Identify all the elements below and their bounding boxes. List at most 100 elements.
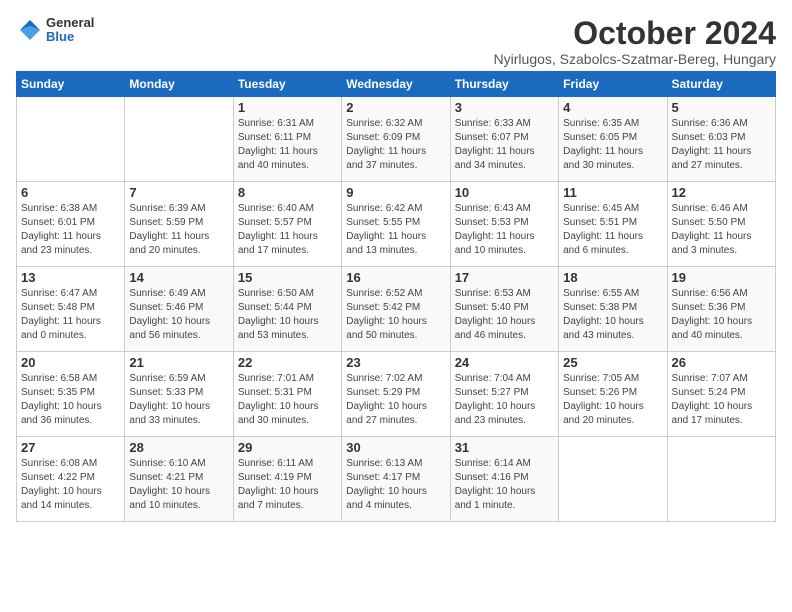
calendar-cell: 29 Sunrise: 6:11 AM Sunset: 4:19 PM Dayli…	[233, 437, 341, 522]
calendar-week-2: 6 Sunrise: 6:38 AM Sunset: 6:01 PM Daylig…	[17, 182, 776, 267]
day-number: 17	[455, 270, 554, 285]
day-info: Sunrise: 6:58 AM Sunset: 5:35 PM Dayligh…	[21, 372, 120, 428]
day-number: 1	[238, 100, 337, 115]
page-header: General Blue October 2024 Nyirlugos, Sza…	[16, 16, 776, 67]
day-info: Sunrise: 6:40 AM Sunset: 5:57 PM Dayligh…	[238, 202, 337, 258]
calendar-week-3: 13 Sunrise: 6:47 AM Sunset: 5:48 PM Dayli…	[17, 267, 776, 352]
day-number: 9	[346, 185, 445, 200]
day-number: 20	[21, 355, 120, 370]
calendar-cell: 27 Sunrise: 6:08 AM Sunset: 4:22 PM Dayli…	[17, 437, 125, 522]
day-info: Sunrise: 7:01 AM Sunset: 5:31 PM Dayligh…	[238, 372, 337, 428]
day-number: 25	[563, 355, 662, 370]
calendar-cell: 28 Sunrise: 6:10 AM Sunset: 4:21 PM Dayli…	[125, 437, 233, 522]
day-info: Sunrise: 6:13 AM Sunset: 4:17 PM Dayligh…	[346, 457, 445, 513]
day-info: Sunrise: 6:14 AM Sunset: 4:16 PM Dayligh…	[455, 457, 554, 513]
calendar-cell: 13 Sunrise: 6:47 AM Sunset: 5:48 PM Dayli…	[17, 267, 125, 352]
location-subtitle: Nyirlugos, Szabolcs-Szatmar-Bereg, Hunga…	[494, 51, 776, 67]
day-number: 22	[238, 355, 337, 370]
calendar-week-1: 1 Sunrise: 6:31 AM Sunset: 6:11 PM Daylig…	[17, 97, 776, 182]
column-header-tuesday: Tuesday	[233, 72, 341, 97]
calendar-cell: 11 Sunrise: 6:45 AM Sunset: 5:51 PM Dayli…	[559, 182, 667, 267]
day-number: 13	[21, 270, 120, 285]
title-block: October 2024 Nyirlugos, Szabolcs-Szatmar…	[494, 16, 776, 67]
calendar-cell: 4Sunrise: 6:35 AM Sunset: 6:05 PM Daylig…	[559, 97, 667, 182]
calendar-cell: 31 Sunrise: 6:14 AM Sunset: 4:16 PM Dayli…	[450, 437, 558, 522]
month-title: October 2024	[494, 16, 776, 51]
calendar-cell: 19 Sunrise: 6:56 AM Sunset: 5:36 PM Dayli…	[667, 267, 775, 352]
day-number: 18	[563, 270, 662, 285]
column-header-friday: Friday	[559, 72, 667, 97]
day-info: Sunrise: 6:32 AM Sunset: 6:09 PM Dayligh…	[346, 117, 445, 173]
calendar-table: SundayMondayTuesdayWednesdayThursdayFrid…	[16, 71, 776, 522]
calendar-cell: 7 Sunrise: 6:39 AM Sunset: 5:59 PM Daylig…	[125, 182, 233, 267]
day-number: 28	[129, 440, 228, 455]
calendar-week-4: 20 Sunrise: 6:58 AM Sunset: 5:35 PM Dayli…	[17, 352, 776, 437]
calendar-cell: 30 Sunrise: 6:13 AM Sunset: 4:17 PM Dayli…	[342, 437, 450, 522]
calendar-header-row: SundayMondayTuesdayWednesdayThursdayFrid…	[17, 72, 776, 97]
column-header-sunday: Sunday	[17, 72, 125, 97]
day-number: 3	[455, 100, 554, 115]
calendar-cell: 14Sunrise: 6:49 AM Sunset: 5:46 PM Dayli…	[125, 267, 233, 352]
day-number: 10	[455, 185, 554, 200]
day-info: Sunrise: 6:50 AM Sunset: 5:44 PM Dayligh…	[238, 287, 337, 343]
day-info: Sunrise: 6:45 AM Sunset: 5:51 PM Dayligh…	[563, 202, 662, 258]
day-info: Sunrise: 6:56 AM Sunset: 5:36 PM Dayligh…	[672, 287, 771, 343]
day-number: 26	[672, 355, 771, 370]
day-info: Sunrise: 6:53 AM Sunset: 5:40 PM Dayligh…	[455, 287, 554, 343]
logo-blue: Blue	[46, 30, 94, 44]
day-info: Sunrise: 6:39 AM Sunset: 5:59 PM Dayligh…	[129, 202, 228, 258]
day-number: 29	[238, 440, 337, 455]
logo-general: General	[46, 16, 94, 30]
day-info: Sunrise: 7:05 AM Sunset: 5:26 PM Dayligh…	[563, 372, 662, 428]
day-info: Sunrise: 6:11 AM Sunset: 4:19 PM Dayligh…	[238, 457, 337, 513]
column-header-monday: Monday	[125, 72, 233, 97]
calendar-cell	[17, 97, 125, 182]
calendar-body: 1 Sunrise: 6:31 AM Sunset: 6:11 PM Daylig…	[17, 97, 776, 522]
day-info: Sunrise: 7:07 AM Sunset: 5:24 PM Dayligh…	[672, 372, 771, 428]
calendar-cell: 21Sunrise: 6:59 AM Sunset: 5:33 PM Dayli…	[125, 352, 233, 437]
day-number: 6	[21, 185, 120, 200]
calendar-cell: 16Sunrise: 6:52 AM Sunset: 5:42 PM Dayli…	[342, 267, 450, 352]
day-number: 19	[672, 270, 771, 285]
day-number: 30	[346, 440, 445, 455]
calendar-cell: 17 Sunrise: 6:53 AM Sunset: 5:40 PM Dayli…	[450, 267, 558, 352]
day-number: 21	[129, 355, 228, 370]
day-number: 7	[129, 185, 228, 200]
day-info: Sunrise: 6:47 AM Sunset: 5:48 PM Dayligh…	[21, 287, 120, 343]
day-number: 16	[346, 270, 445, 285]
calendar-cell: 1 Sunrise: 6:31 AM Sunset: 6:11 PM Daylig…	[233, 97, 341, 182]
day-info: Sunrise: 6:36 AM Sunset: 6:03 PM Dayligh…	[672, 117, 771, 173]
calendar-cell: 22 Sunrise: 7:01 AM Sunset: 5:31 PM Dayli…	[233, 352, 341, 437]
calendar-cell: 26 Sunrise: 7:07 AM Sunset: 5:24 PM Dayli…	[667, 352, 775, 437]
calendar-cell: 23Sunrise: 7:02 AM Sunset: 5:29 PM Dayli…	[342, 352, 450, 437]
day-info: Sunrise: 6:33 AM Sunset: 6:07 PM Dayligh…	[455, 117, 554, 173]
logo-icon	[16, 16, 44, 44]
day-info: Sunrise: 7:04 AM Sunset: 5:27 PM Dayligh…	[455, 372, 554, 428]
day-info: Sunrise: 6:38 AM Sunset: 6:01 PM Dayligh…	[21, 202, 120, 258]
day-info: Sunrise: 6:42 AM Sunset: 5:55 PM Dayligh…	[346, 202, 445, 258]
day-number: 4	[563, 100, 662, 115]
logo: General Blue	[16, 16, 94, 45]
day-info: Sunrise: 6:31 AM Sunset: 6:11 PM Dayligh…	[238, 117, 337, 173]
day-info: Sunrise: 6:10 AM Sunset: 4:21 PM Dayligh…	[129, 457, 228, 513]
day-number: 5	[672, 100, 771, 115]
day-info: Sunrise: 6:08 AM Sunset: 4:22 PM Dayligh…	[21, 457, 120, 513]
day-number: 15	[238, 270, 337, 285]
day-info: Sunrise: 6:43 AM Sunset: 5:53 PM Dayligh…	[455, 202, 554, 258]
day-number: 11	[563, 185, 662, 200]
calendar-cell: 3 Sunrise: 6:33 AM Sunset: 6:07 PM Daylig…	[450, 97, 558, 182]
calendar-cell: 24 Sunrise: 7:04 AM Sunset: 5:27 PM Dayli…	[450, 352, 558, 437]
calendar-cell	[125, 97, 233, 182]
calendar-cell: 20 Sunrise: 6:58 AM Sunset: 5:35 PM Dayli…	[17, 352, 125, 437]
column-header-thursday: Thursday	[450, 72, 558, 97]
day-number: 31	[455, 440, 554, 455]
day-info: Sunrise: 6:55 AM Sunset: 5:38 PM Dayligh…	[563, 287, 662, 343]
day-number: 27	[21, 440, 120, 455]
calendar-cell: 9 Sunrise: 6:42 AM Sunset: 5:55 PM Daylig…	[342, 182, 450, 267]
calendar-week-5: 27 Sunrise: 6:08 AM Sunset: 4:22 PM Dayli…	[17, 437, 776, 522]
calendar-cell: 10 Sunrise: 6:43 AM Sunset: 5:53 PM Dayli…	[450, 182, 558, 267]
calendar-cell: 12Sunrise: 6:46 AM Sunset: 5:50 PM Dayli…	[667, 182, 775, 267]
day-number: 24	[455, 355, 554, 370]
calendar-cell: 18 Sunrise: 6:55 AM Sunset: 5:38 PM Dayli…	[559, 267, 667, 352]
calendar-cell: 15 Sunrise: 6:50 AM Sunset: 5:44 PM Dayli…	[233, 267, 341, 352]
